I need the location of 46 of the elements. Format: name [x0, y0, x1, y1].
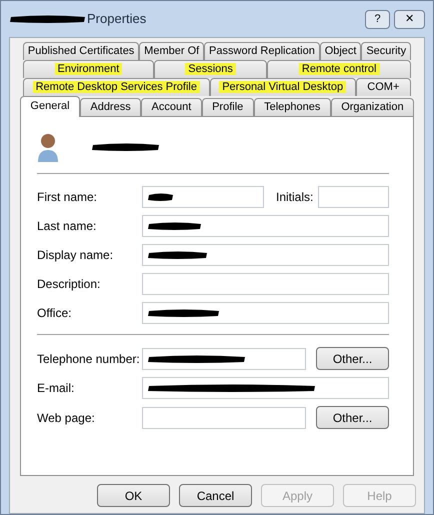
tab[interactable]: General	[20, 96, 80, 117]
tab[interactable]: Environment	[23, 60, 154, 78]
field-label: Telephone number:	[37, 350, 141, 368]
tab[interactable]: Member Of	[139, 42, 204, 60]
tab[interactable]: COM+	[356, 78, 411, 96]
field-label: Last name:	[37, 218, 98, 235]
dialog-button[interactable]: Other...	[316, 406, 389, 429]
tab[interactable]: Account	[141, 98, 202, 116]
text-field[interactable]	[142, 348, 306, 370]
dialog-button[interactable]: OK	[97, 484, 170, 507]
text-field[interactable]	[142, 302, 389, 324]
field-label: E-mail:	[37, 380, 76, 397]
redaction-mark	[147, 192, 175, 202]
tab[interactable]: Address	[80, 98, 142, 116]
tab[interactable]: Telephones	[254, 98, 331, 116]
text-field[interactable]	[142, 215, 389, 237]
text-field[interactable]	[318, 186, 389, 208]
tab[interactable]: Security	[361, 42, 412, 60]
text-field[interactable]	[142, 273, 389, 295]
tab[interactable]: Remote Desktop Services Profile	[23, 78, 210, 96]
text-field[interactable]	[142, 244, 389, 266]
text-field[interactable]	[142, 406, 306, 428]
field-label: Office:	[37, 305, 72, 322]
tab[interactable]: Profile	[202, 98, 254, 116]
tab[interactable]: Password Replication	[204, 42, 320, 60]
field-label: Initials:	[276, 189, 314, 206]
tab[interactable]: Remote control	[267, 60, 411, 78]
user-icon	[37, 132, 59, 162]
dialog-button[interactable]: Other...	[316, 347, 389, 370]
tab[interactable]: Object	[320, 42, 362, 60]
help-button[interactable]: ?	[365, 10, 390, 28]
dialog-button[interactable]: Cancel	[179, 484, 252, 507]
redaction-mark	[147, 250, 209, 260]
tab[interactable]: Published Certificates	[23, 42, 140, 60]
text-field[interactable]	[142, 186, 264, 208]
tab[interactable]: Personal Virtual Desktop	[210, 78, 356, 96]
tab[interactable]: Sessions	[154, 60, 268, 78]
tab[interactable]: Organization	[330, 98, 414, 116]
redaction-mark	[147, 221, 203, 231]
text-field[interactable]	[142, 377, 389, 399]
field-label: Web page:	[37, 410, 96, 426]
field-label: Display name:	[37, 247, 114, 264]
field-label: First name:	[37, 189, 98, 206]
field-label: Description:	[37, 276, 102, 293]
window-title: Properties	[87, 10, 146, 28]
close-button[interactable]: ✕	[394, 10, 425, 28]
